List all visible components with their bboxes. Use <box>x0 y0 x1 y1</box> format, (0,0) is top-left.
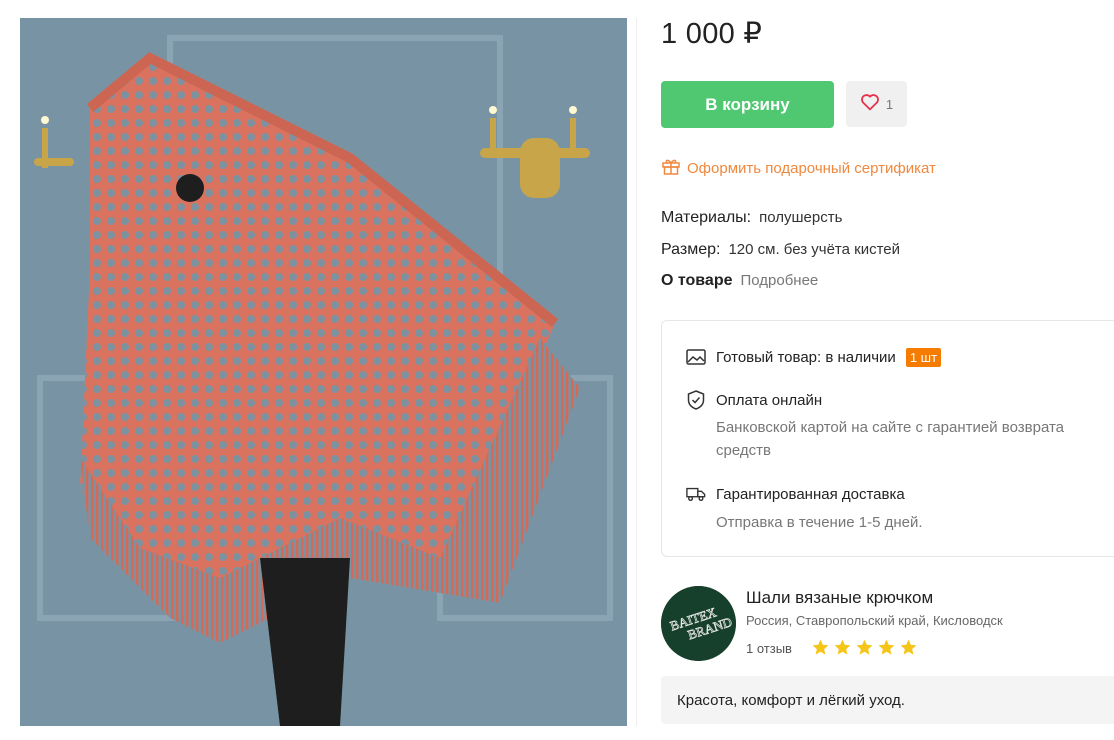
product-photo[interactable] <box>20 18 627 726</box>
delivery-row: Гарантированная доставка <box>686 484 905 504</box>
about-label: О товаре <box>661 272 733 289</box>
description-text: Красота, комфорт и лёгкий уход. <box>677 691 905 709</box>
size-value: 120 см. без учёта кистей <box>728 241 900 258</box>
image-icon <box>686 347 706 367</box>
stock-label: Готовый товар: в наличии <box>716 348 896 366</box>
size-label: Размер: <box>661 241 721 258</box>
star-icon <box>878 639 895 655</box>
about-more-link[interactable]: Подробнее <box>740 272 818 289</box>
shop-logo[interactable]: BAITEX BRAND <box>661 586 736 661</box>
stock-badge: 1 шт <box>905 347 942 367</box>
star-icon <box>834 639 851 655</box>
materials-value: полушерсть <box>759 209 843 226</box>
gift-icon <box>661 156 681 180</box>
payment-title: Оплата онлайн <box>716 391 823 409</box>
crochet-shawl-image <box>20 18 627 726</box>
attribute-size: Размер: 120 см. без учёта кистей <box>661 241 900 259</box>
delivery-title: Гарантированная доставка <box>716 485 905 503</box>
materials-label: Материалы: <box>661 209 752 226</box>
attribute-materials: Материалы: полушерсть <box>661 209 842 227</box>
shop-name[interactable]: Шали вязаные крючком <box>746 588 933 608</box>
shop-location: Россия, Ставропольский край, Кисловодск <box>746 613 1003 628</box>
star-icon <box>812 639 829 655</box>
star-icon <box>856 639 873 655</box>
add-to-cart-button[interactable]: В корзину <box>661 81 834 128</box>
stock-row: Готовый товар: в наличии 1 шт <box>686 347 942 367</box>
truck-icon <box>686 484 706 504</box>
shop-reviews-link[interactable]: 1 отзыв <box>746 641 792 656</box>
shield-check-icon <box>686 390 706 410</box>
rating-stars <box>811 638 918 657</box>
product-short-description: Красота, комфорт и лёгкий уход. <box>661 676 1114 724</box>
delivery-description: Отправка в течение 1-5 дней. <box>716 514 923 531</box>
price: 1 000 ₽ <box>661 18 763 50</box>
attribute-about: О товаре Подробнее <box>661 272 818 290</box>
favorite-button[interactable]: 1 <box>846 81 907 127</box>
favorite-count: 1 <box>885 96 894 112</box>
column-divider <box>636 18 637 726</box>
purchase-info-box: Готовый товар: в наличии 1 шт Оплата онл… <box>661 320 1114 557</box>
gift-certificate-link[interactable]: Оформить подарочный сертификат <box>661 156 936 180</box>
shop-card: BAITEX BRAND Шали вязаные крючком Россия… <box>661 586 1114 662</box>
gift-certificate-label: Оформить подарочный сертификат <box>687 159 936 177</box>
heart-icon <box>860 93 880 116</box>
payment-row: Оплата онлайн <box>686 390 822 410</box>
payment-description: Банковской картой на сайте с гарантией в… <box>716 419 1065 459</box>
star-icon <box>900 639 917 655</box>
